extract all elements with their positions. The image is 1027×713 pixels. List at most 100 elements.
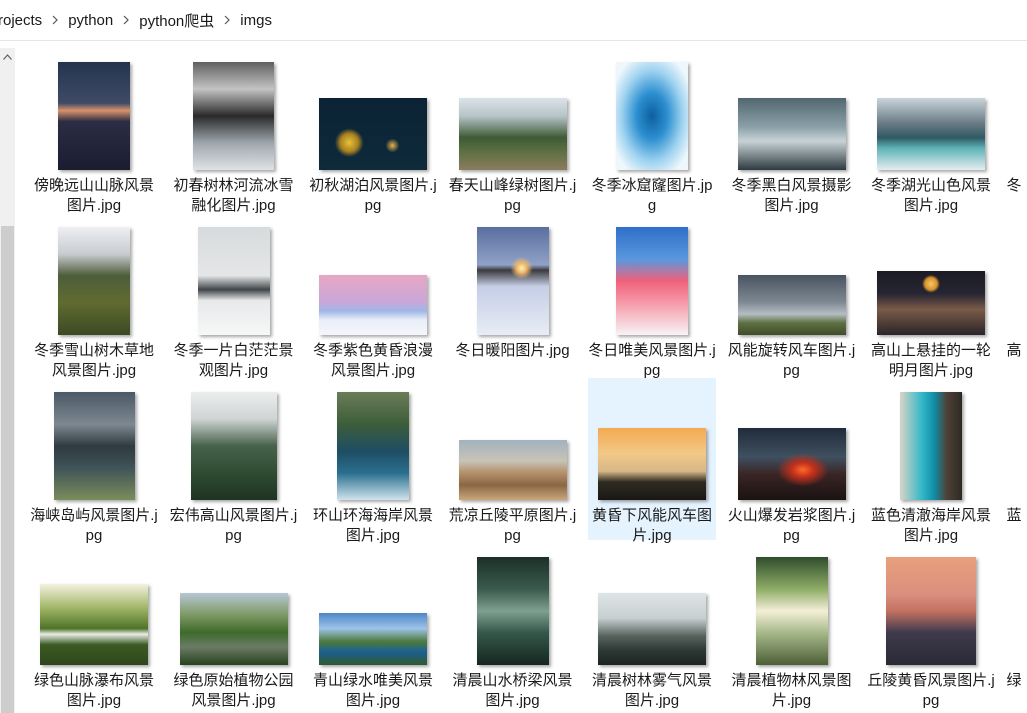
file-item[interactable]: 黄昏下风能风车图片.jpg <box>588 378 716 544</box>
file-name-label: 绿色山脉瀑布风景图片.jpg <box>33 672 154 709</box>
file-name-label-partial: 蓝 <box>1006 507 1022 524</box>
file-item[interactable]: 冬季湖光山色风景图片.jpg <box>867 48 995 214</box>
file-item[interactable]: 冬季雪山树木草地风景图片.jpg <box>30 213 158 379</box>
file-name-label: 火山爆发岩浆图片.jpg <box>727 507 856 544</box>
image-thumbnail <box>886 557 976 665</box>
breadcrumb-item-projects[interactable]: rojects <box>0 12 46 29</box>
thumbnail-frame <box>309 227 437 335</box>
file-item[interactable]: 绿色原始植物公园风景图片.jpg <box>170 543 298 709</box>
thumbnail-frame <box>728 557 856 665</box>
file-item[interactable]: 清晨植物林风景图片.jpg <box>728 543 856 709</box>
image-thumbnail <box>193 62 274 170</box>
file-name-label: 青山绿水唯美风景图片.jpg <box>312 672 433 709</box>
breadcrumb: rojects python python爬虫 imgs <box>0 0 1027 41</box>
scroll-up-arrow-icon[interactable] <box>0 48 15 66</box>
breadcrumb-item-imgs[interactable]: imgs <box>236 12 276 29</box>
thumbnail-frame <box>170 227 298 335</box>
file-name-label: 冬季雪山树木草地风景图片.jpg <box>33 342 154 379</box>
thumbnail-frame <box>30 392 158 500</box>
file-item[interactable]: 清晨山水桥梁风景图片.jpg <box>449 543 577 709</box>
file-item[interactable]: 春天山峰绿树图片.jpg <box>449 48 577 214</box>
image-thumbnail <box>58 227 130 335</box>
image-thumbnail <box>598 593 706 665</box>
thumbnail-frame <box>449 62 577 170</box>
file-item[interactable]: 傍晚远山山脉风景图片.jpg <box>30 48 158 214</box>
chevron-right-icon <box>117 15 135 25</box>
image-thumbnail <box>319 98 427 170</box>
thumbnail-frame <box>588 227 716 335</box>
file-name-label: 宏伟高山风景图片.jpg <box>169 507 298 544</box>
file-name-label: 环山环海海岸风景图片.jpg <box>312 507 433 544</box>
chevron-right-icon <box>218 15 236 25</box>
file-item[interactable]: 初秋湖泊风景图片.jpg <box>309 48 437 214</box>
thumbnail-frame <box>728 62 856 170</box>
file-item[interactable]: 荒凉丘陵平原图片.jpg <box>449 378 577 544</box>
file-item[interactable]: 海峡岛屿风景图片.jpg <box>30 378 158 544</box>
file-name-label: 冬季一片白茫茫景观图片.jpg <box>173 342 294 379</box>
file-name-label: 冬季湖光山色风景图片.jpg <box>870 177 991 214</box>
image-thumbnail <box>616 62 688 170</box>
file-name-label: 清晨植物林风景图片.jpg <box>731 672 852 709</box>
image-thumbnail <box>458 440 567 500</box>
thumbnail-frame <box>449 227 577 335</box>
thumbnail-frame <box>309 392 437 500</box>
file-name-label: 冬季紫色黄昏浪漫风景图片.jpg <box>312 342 433 379</box>
file-item[interactable]: 冬季黑白风景摄影图片.jpg <box>728 48 856 214</box>
file-name-label: 绿色原始植物公园风景图片.jpg <box>173 672 294 709</box>
file-item[interactable]: 环山环海海岸风景图片.jpg <box>309 378 437 544</box>
image-thumbnail <box>598 428 706 500</box>
file-name-label: 蓝色清澈海岸风景图片.jpg <box>870 507 991 544</box>
file-name-label: 冬季冰窟窿图片.jpg <box>591 177 713 214</box>
file-item[interactable]: 清晨树林雾气风景图片.jpg <box>588 543 716 709</box>
image-thumbnail <box>737 275 846 335</box>
image-thumbnail <box>755 557 828 665</box>
file-item[interactable]: 冬日暖阳图片.jpg <box>449 213 577 375</box>
file-item[interactable]: 冬季一片白茫茫景观图片.jpg <box>170 213 298 379</box>
image-thumbnail <box>476 557 549 665</box>
file-name-label: 冬季黑白风景摄影图片.jpg <box>731 177 852 214</box>
file-item[interactable]: 风能旋转风车图片.jpg <box>728 213 856 379</box>
file-name-label: 春天山峰绿树图片.jpg <box>448 177 577 214</box>
file-name-label: 初秋湖泊风景图片.jpg <box>309 177 437 214</box>
file-name-label: 傍晚远山山脉风景图片.jpg <box>33 177 154 214</box>
image-thumbnail <box>337 392 409 500</box>
file-item[interactable]: 火山爆发岩浆图片.jpg <box>728 378 856 544</box>
thumbnail-frame <box>867 557 995 665</box>
scrollbar-thumb[interactable] <box>1 226 14 713</box>
file-item[interactable]: 丘陵黄昏风景图片.jpg <box>867 543 995 709</box>
file-item[interactable]: 蓝色清澈海岸风景图片.jpg <box>867 378 995 544</box>
breadcrumb-item-python-spider[interactable]: python爬虫 <box>135 10 218 31</box>
file-item[interactable]: 宏伟高山风景图片.jpg <box>170 378 298 544</box>
file-item[interactable]: 绿色山脉瀑布风景图片.jpg <box>30 543 158 709</box>
thumbnail-frame <box>30 557 158 665</box>
thumbnail-frame <box>867 62 995 170</box>
thumbnail-frame <box>588 62 716 170</box>
image-thumbnail <box>900 392 962 500</box>
breadcrumb-item-python[interactable]: python <box>64 12 117 29</box>
file-name-label: 丘陵黄昏风景图片.jpg <box>867 672 995 709</box>
file-item[interactable]: 青山绿水唯美风景图片.jpg <box>309 543 437 709</box>
file-item[interactable]: 初春树林河流冰雪融化图片.jpg <box>170 48 298 214</box>
image-thumbnail <box>458 98 567 170</box>
file-name-label-partial: 绿 <box>1006 672 1022 689</box>
thumbnail-frame <box>867 392 995 500</box>
image-thumbnail <box>179 593 288 665</box>
file-name-label: 风能旋转风车图片.jpg <box>727 342 856 379</box>
thumbnail-frame <box>588 392 716 500</box>
thumbnail-frame <box>309 557 437 665</box>
image-thumbnail <box>877 271 985 335</box>
thumbnail-frame <box>30 227 158 335</box>
file-name-label-partial: 冬 <box>1006 177 1022 194</box>
thumbnail-frame <box>728 392 856 500</box>
thumbnail-frame <box>588 557 716 665</box>
file-name-label: 海峡岛屿风景图片.jpg <box>30 507 158 544</box>
file-name-label: 荒凉丘陵平原图片.jpg <box>448 507 577 544</box>
file-item[interactable]: 冬季冰窟窿图片.jpg <box>588 48 716 214</box>
thumbnail-frame <box>170 62 298 170</box>
file-item[interactable]: 冬日唯美风景图片.jpg <box>588 213 716 379</box>
file-item[interactable]: 高山上悬挂的一轮明月图片.jpg <box>867 213 995 379</box>
image-thumbnail <box>319 613 427 665</box>
vertical-scrollbar[interactable] <box>0 48 15 713</box>
image-thumbnail <box>737 98 846 170</box>
file-item[interactable]: 冬季紫色黄昏浪漫风景图片.jpg <box>309 213 437 379</box>
